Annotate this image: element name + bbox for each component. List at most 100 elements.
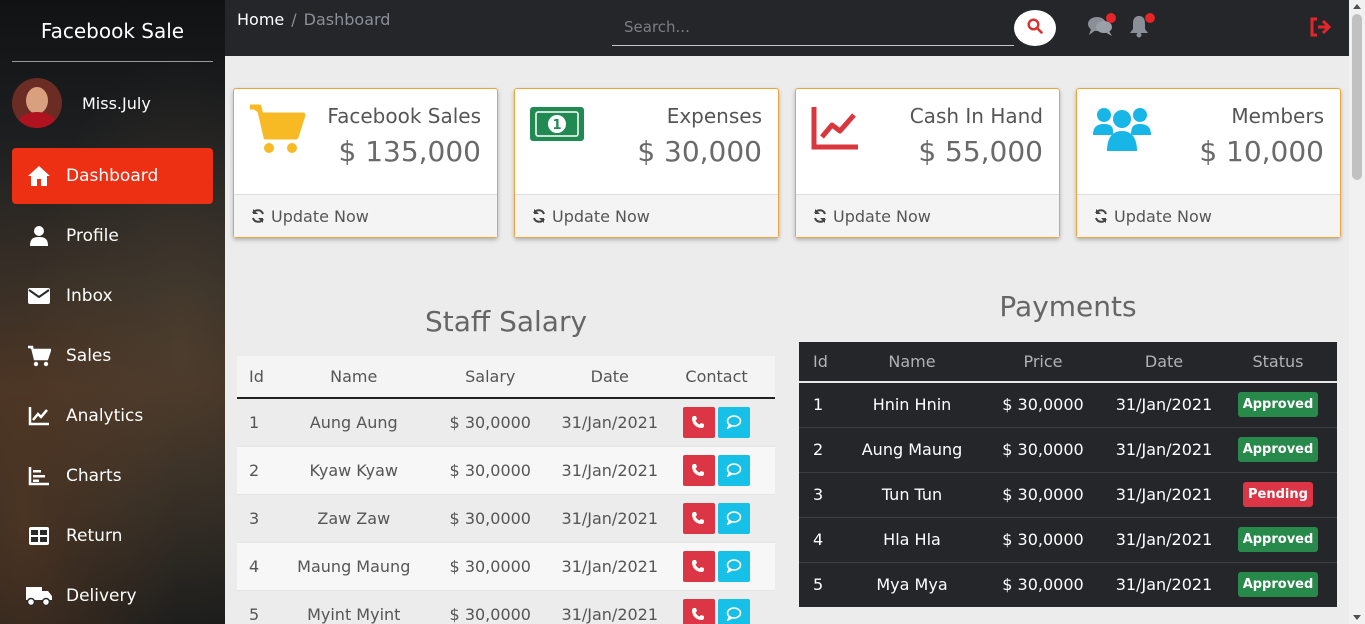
nav-item-inbox[interactable]: Inbox xyxy=(12,268,213,324)
cell-name: Tun Tun xyxy=(847,471,977,517)
message-button[interactable] xyxy=(718,598,751,624)
table-row: 4 Maung Maung $ 30,0000 31/Jan/2021 xyxy=(237,541,775,590)
message-button[interactable] xyxy=(718,406,751,438)
page-scrollbar[interactable] xyxy=(1349,0,1365,624)
status-badge: Approved xyxy=(1237,437,1319,462)
nav-item-dashboard[interactable]: Dashboard xyxy=(12,148,213,204)
update-now-link[interactable]: Update Now xyxy=(234,194,497,237)
search-button[interactable] xyxy=(1014,10,1056,46)
table-row: 2 Kyaw Kyaw $ 30,0000 31/Jan/2021 xyxy=(237,445,775,494)
user-profile[interactable]: Miss.July xyxy=(0,62,225,144)
nav-item-profile[interactable]: Profile xyxy=(12,208,213,264)
status-badge: Pending xyxy=(1243,482,1313,507)
cell-status: Approved xyxy=(1219,561,1337,607)
cell-date: 31/Jan/2021 xyxy=(561,589,659,624)
table-icon xyxy=(24,526,54,546)
avatar[interactable] xyxy=(12,78,62,128)
cell-salary: $ 30,0000 xyxy=(419,541,562,590)
breadcrumb: Home / Dashboard xyxy=(237,10,390,29)
refresh-icon xyxy=(1095,209,1107,223)
cell-id: 2 xyxy=(237,445,289,494)
cart-icon xyxy=(24,345,54,367)
chat-bubble-icon xyxy=(726,606,742,621)
topbar: Home / Dashboard xyxy=(225,0,1349,56)
cell-date: 31/Jan/2021 xyxy=(561,445,659,494)
card-title: Members xyxy=(1231,104,1324,128)
scrollbar-thumb[interactable] xyxy=(1352,14,1362,180)
update-now-link[interactable]: Update Now xyxy=(796,194,1059,237)
money-bill-icon: 1 xyxy=(529,103,585,147)
cell-id: 1 xyxy=(799,381,847,427)
cell-date: 31/Jan/2021 xyxy=(561,397,659,446)
cell-date: 31/Jan/2021 xyxy=(1109,471,1219,517)
refresh-icon xyxy=(252,209,264,223)
cell-status: Approved xyxy=(1219,516,1337,562)
cell-status: Approved xyxy=(1219,381,1337,427)
call-button[interactable] xyxy=(683,502,716,534)
cell-price: $ 30,0000 xyxy=(977,426,1109,472)
nav-label: Analytics xyxy=(66,406,144,426)
cell-name: Hla Hla xyxy=(847,516,977,562)
phone-icon xyxy=(692,607,705,620)
cell-date: 31/Jan/2021 xyxy=(1109,381,1219,427)
table-row: 3 Zaw Zaw $ 30,0000 31/Jan/2021 xyxy=(237,493,775,542)
nav-item-return[interactable]: Return xyxy=(12,508,213,564)
cell-date: 31/Jan/2021 xyxy=(1109,426,1219,472)
user-icon xyxy=(24,225,54,247)
scroll-up-arrow-icon[interactable] xyxy=(1353,4,1361,9)
card-title: Cash In Hand xyxy=(909,104,1043,128)
cell-salary: $ 30,0000 xyxy=(419,445,562,494)
update-now-link[interactable]: Update Now xyxy=(515,194,778,237)
nav-label: Inbox xyxy=(66,286,113,306)
cell-name: Maung Maung xyxy=(288,541,420,590)
card-value: $ 135,000 xyxy=(338,135,481,168)
card-footer-label: Update Now xyxy=(552,206,650,226)
cell-salary: $ 30,0000 xyxy=(419,493,562,542)
card-title: Expenses xyxy=(666,104,762,128)
chat-bubble-icon xyxy=(726,558,742,573)
chat-bubble-icon xyxy=(726,462,742,477)
table-row: 5 Mya Mya $ 30,0000 31/Jan/2021 Approved xyxy=(799,561,1337,607)
column-header: Salary xyxy=(419,356,562,399)
nav-item-analytics[interactable]: Analytics xyxy=(12,388,213,444)
nav-label: Profile xyxy=(66,226,119,246)
table-row: 5 Myint Myint $ 30,0000 31/Jan/2021 xyxy=(237,589,775,624)
card-footer-label: Update Now xyxy=(271,206,369,226)
cell-name: Mya Mya xyxy=(847,561,977,607)
breadcrumb-separator: / xyxy=(291,10,297,29)
phone-icon xyxy=(692,559,705,572)
cell-contact xyxy=(658,541,775,590)
update-now-link[interactable]: Update Now xyxy=(1077,194,1340,237)
cell-price: $ 30,0000 xyxy=(977,561,1109,607)
chat-bubble-icon xyxy=(726,510,742,525)
cell-price: $ 30,0000 xyxy=(977,516,1109,562)
nav-item-delivery[interactable]: Delivery xyxy=(12,568,213,624)
card-value: $ 55,000 xyxy=(918,135,1043,168)
breadcrumb-home-link[interactable]: Home xyxy=(237,10,284,29)
chat-icon[interactable] xyxy=(1087,13,1116,42)
bell-icon[interactable] xyxy=(1128,13,1155,42)
cell-price: $ 30,0000 xyxy=(977,381,1109,427)
message-button[interactable] xyxy=(718,454,751,486)
stat-card-facebook-sales: Facebook Sales $ 135,000 Update Now xyxy=(233,88,498,238)
table-row: 3 Tun Tun $ 30,0000 31/Jan/2021 Pending xyxy=(799,471,1337,517)
status-badge: Approved xyxy=(1237,572,1319,598)
call-button[interactable] xyxy=(683,454,716,486)
cell-id: 1 xyxy=(237,397,289,446)
phone-icon xyxy=(692,463,705,476)
message-button[interactable] xyxy=(718,502,751,534)
payments-table: Id Name Price Date Status 1 Hnin Hnin $ … xyxy=(799,342,1337,607)
scroll-down-arrow-icon[interactable] xyxy=(1353,615,1361,620)
search-input[interactable] xyxy=(612,8,1014,46)
call-button[interactable] xyxy=(683,598,716,624)
nav-item-charts[interactable]: Charts xyxy=(12,448,213,504)
call-button[interactable] xyxy=(683,406,716,438)
message-button[interactable] xyxy=(718,550,751,582)
column-header: Id xyxy=(237,356,289,399)
cell-date: 31/Jan/2021 xyxy=(1109,561,1219,607)
truck-icon xyxy=(24,585,54,607)
cell-status: Pending xyxy=(1219,471,1337,517)
call-button[interactable] xyxy=(683,550,716,582)
nav-item-sales[interactable]: Sales xyxy=(12,328,213,384)
logout-icon[interactable] xyxy=(1309,17,1332,41)
